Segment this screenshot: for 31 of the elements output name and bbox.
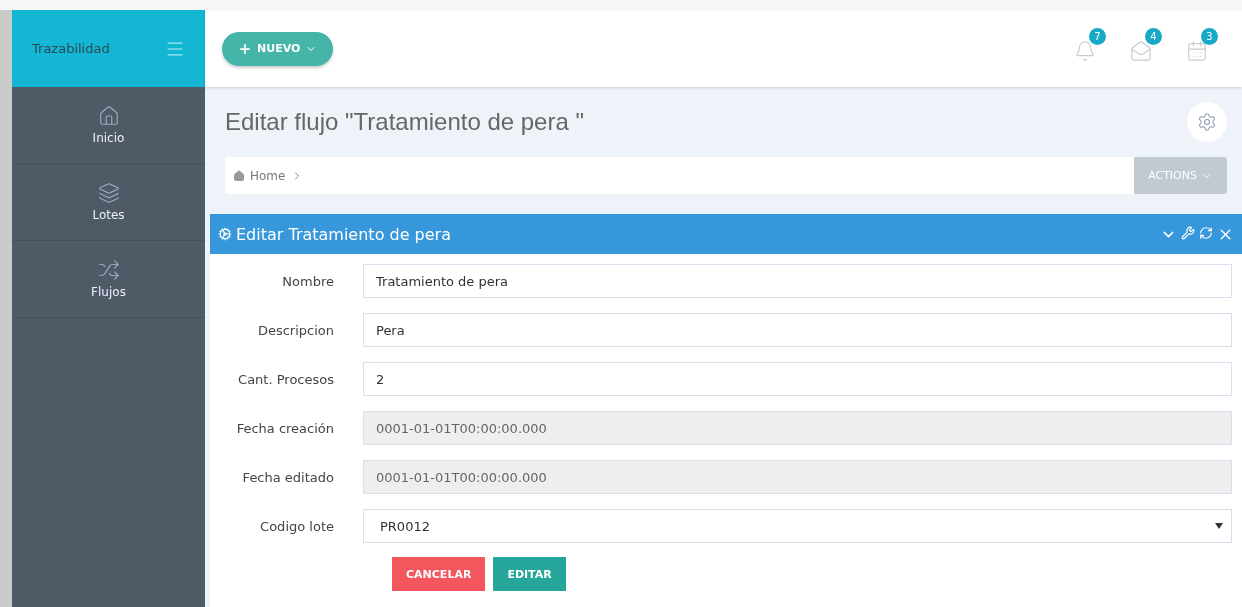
home-icon	[97, 105, 120, 127]
input-field[interactable]: Tratamiento de pera	[363, 264, 1232, 298]
count-badge: 4	[1145, 27, 1162, 45]
plus-icon	[238, 41, 252, 56]
input-field[interactable]: 2	[363, 362, 1232, 396]
refresh-icon[interactable]	[1199, 225, 1213, 240]
input-field[interactable]: Pera	[363, 313, 1232, 347]
brand-name: Trazabilidad	[32, 41, 110, 56]
settings-icon	[1197, 112, 1217, 132]
envelope-icon[interactable]	[1130, 39, 1152, 62]
wrench-icon[interactable]	[1181, 225, 1195, 240]
field-label: Codigo lote	[259, 518, 335, 534]
settings-button[interactable]	[1187, 102, 1227, 142]
count-badge: 3	[1201, 27, 1218, 45]
field-label: Descripcion	[256, 322, 335, 338]
home-icon	[233, 169, 245, 182]
page-title: Editar flujo "Tratamiento de pera "	[225, 108, 584, 136]
cancel-button[interactable]: CANCELAR	[392, 557, 486, 591]
field-label: Fecha creación	[235, 420, 335, 436]
field-label: Cant. Procesos	[237, 371, 335, 387]
shuffle-icon	[97, 259, 120, 281]
field-label: Nombre	[281, 273, 335, 289]
caret-icon	[1215, 523, 1223, 529]
calendar-icon[interactable]	[1186, 39, 1208, 62]
panel-title: Editar Tratamiento de pera	[236, 224, 451, 244]
breadcrumb-link[interactable]: Home	[225, 168, 286, 183]
count-badge: 7	[1089, 27, 1106, 45]
layers-icon	[97, 182, 120, 204]
field-label: Fecha editado	[241, 469, 335, 485]
select-field[interactable]: PR0012	[363, 509, 1232, 543]
bell-icon[interactable]	[1074, 39, 1096, 62]
